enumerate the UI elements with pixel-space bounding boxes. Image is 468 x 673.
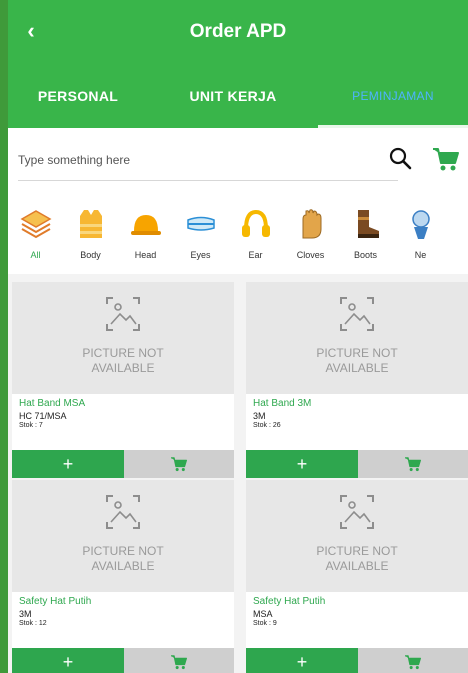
add-to-cart-button[interactable] bbox=[124, 450, 234, 478]
product-actions: + bbox=[12, 648, 234, 673]
product-image-placeholder: PICTURE NOT AVAILABLE bbox=[12, 282, 234, 394]
goggles-icon bbox=[183, 206, 219, 242]
image-placeholder-icon bbox=[106, 297, 140, 331]
add-button[interactable]: + bbox=[246, 648, 358, 673]
cart-icon[interactable] bbox=[432, 146, 460, 172]
add-to-cart-button[interactable] bbox=[124, 648, 234, 673]
product-name: Safety Hat Putih bbox=[19, 596, 92, 607]
cart-icon bbox=[405, 655, 421, 670]
tab-unit-kerja[interactable]: UNIT KERJA bbox=[148, 64, 318, 128]
product-actions: + bbox=[246, 450, 468, 478]
product-name: Safety Hat Putih bbox=[253, 596, 326, 607]
cart-icon bbox=[171, 655, 187, 670]
image-placeholder-icon bbox=[340, 297, 374, 331]
product-actions: + bbox=[12, 450, 234, 478]
product-info: Hat Band MSA HC 71/MSA Stok : 7 bbox=[12, 394, 234, 448]
no-image-text: PICTURE NOT AVAILABLE bbox=[316, 544, 398, 573]
category-label: Ne bbox=[414, 250, 427, 260]
product-name: Hat Band 3M bbox=[253, 398, 312, 409]
no-image-text: PICTURE NOT AVAILABLE bbox=[316, 346, 398, 375]
category-ear[interactable]: Ear bbox=[228, 196, 283, 272]
product-grid: PICTURE NOT AVAILABLE Hat Band MSA HC 71… bbox=[8, 274, 468, 673]
product-info: Hat Band 3M 3M Stok : 26 bbox=[246, 394, 468, 448]
add-to-cart-button[interactable] bbox=[358, 648, 468, 673]
no-image-text: PICTURE NOT AVAILABLE bbox=[82, 346, 164, 375]
cart-icon bbox=[171, 457, 187, 472]
tab-bar: PERSONAL UNIT KERJA PEMINJAMAN bbox=[8, 64, 468, 128]
ear-muff-icon bbox=[238, 206, 274, 242]
category-label: Ear bbox=[248, 250, 263, 260]
category-label: Cloves bbox=[296, 250, 325, 260]
product-card[interactable]: PICTURE NOT AVAILABLE Hat Band 3M 3M Sto… bbox=[246, 282, 468, 478]
product-code: 3M bbox=[253, 411, 266, 421]
category-all[interactable]: All bbox=[8, 196, 63, 272]
image-placeholder-icon bbox=[340, 495, 374, 529]
search-icon[interactable] bbox=[388, 146, 412, 170]
category-label: Boots bbox=[353, 250, 377, 260]
product-code: HC 71/MSA bbox=[19, 411, 67, 421]
product-image-placeholder: PICTURE NOT AVAILABLE bbox=[246, 282, 468, 394]
product-name: Hat Band MSA bbox=[19, 398, 86, 409]
category-label: Eyes bbox=[190, 250, 211, 260]
product-card[interactable]: PICTURE NOT AVAILABLE Safety Hat Putih 3… bbox=[12, 480, 234, 673]
product-card[interactable]: PICTURE NOT AVAILABLE Hat Band MSA HC 71… bbox=[12, 282, 234, 478]
product-stock: Stok : 9 bbox=[253, 620, 277, 627]
category-boots[interactable]: Boots bbox=[338, 196, 393, 272]
vest-icon bbox=[73, 206, 109, 242]
image-placeholder-icon bbox=[106, 495, 140, 529]
category-head[interactable]: Head bbox=[118, 196, 173, 272]
search-input[interactable] bbox=[18, 144, 378, 176]
product-code: 3M bbox=[19, 609, 32, 619]
tab-personal[interactable]: PERSONAL bbox=[8, 64, 148, 128]
layers-icon bbox=[18, 206, 54, 242]
cart-icon bbox=[405, 457, 421, 472]
product-stock: Stok : 7 bbox=[19, 422, 43, 429]
product-actions: + bbox=[246, 648, 468, 673]
product-stock: Stok : 26 bbox=[253, 422, 281, 429]
product-image-placeholder: PICTURE NOT AVAILABLE bbox=[12, 480, 234, 592]
neck-icon bbox=[403, 206, 439, 242]
search-underline bbox=[18, 180, 398, 181]
product-info: Safety Hat Putih 3M Stok : 12 bbox=[12, 592, 234, 646]
product-info: Safety Hat Putih MSA Stok : 9 bbox=[246, 592, 468, 646]
app-header: ‹ Order APD bbox=[8, 0, 468, 64]
page-title: Order APD bbox=[189, 21, 287, 42]
product-image-placeholder: PICTURE NOT AVAILABLE bbox=[246, 480, 468, 592]
category-strip: All Body Head Eyes Ear Cloves Boots Ne bbox=[8, 196, 468, 272]
glove-icon bbox=[293, 206, 329, 242]
category-body[interactable]: Body bbox=[63, 196, 118, 272]
chevron-left-icon[interactable]: ‹ bbox=[20, 20, 42, 42]
product-code: MSA bbox=[253, 609, 273, 619]
category-ne[interactable]: Ne bbox=[393, 196, 448, 272]
hard-hat-icon bbox=[128, 206, 164, 242]
product-card[interactable]: PICTURE NOT AVAILABLE Safety Hat Putih M… bbox=[246, 480, 468, 673]
tab-peminjaman[interactable]: PEMINJAMAN bbox=[318, 64, 468, 128]
add-button[interactable]: + bbox=[12, 648, 124, 673]
category-eyes[interactable]: Eyes bbox=[173, 196, 228, 272]
search-bar bbox=[8, 128, 468, 192]
category-label: All bbox=[30, 250, 41, 260]
category-cloves[interactable]: Cloves bbox=[283, 196, 338, 272]
category-label: Body bbox=[80, 250, 101, 260]
boot-icon bbox=[348, 206, 384, 242]
category-label: Head bbox=[134, 250, 157, 260]
add-button[interactable]: + bbox=[12, 450, 124, 478]
add-button[interactable]: + bbox=[246, 450, 358, 478]
no-image-text: PICTURE NOT AVAILABLE bbox=[82, 544, 164, 573]
add-to-cart-button[interactable] bbox=[358, 450, 468, 478]
product-stock: Stok : 12 bbox=[19, 620, 47, 627]
